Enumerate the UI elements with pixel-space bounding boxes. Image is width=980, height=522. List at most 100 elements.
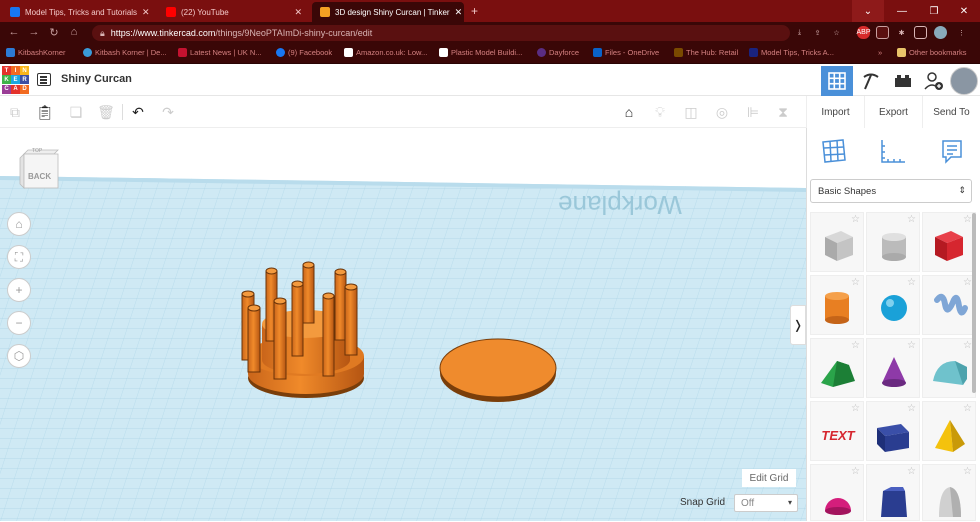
close-tab-icon[interactable]: ✕ (455, 7, 463, 18)
other-bookmarks-folder[interactable]: Other bookmarks (897, 48, 967, 57)
shapes-scrollbar[interactable] (972, 213, 976, 393)
tinkercad-logo[interactable]: T I N K E R C A D (2, 66, 30, 94)
restore-icon[interactable]: ❐ (918, 0, 950, 22)
bookmark-item[interactable]: Plastic Model Buildi... (439, 48, 522, 57)
shape-sphere-blue[interactable]: ☆ (866, 275, 920, 335)
send-to-button[interactable]: Send To (922, 96, 980, 128)
favorite-star-icon[interactable]: ☆ (907, 340, 916, 351)
share-icon[interactable]: ⇪ (811, 26, 824, 39)
favorite-star-icon[interactable]: ☆ (963, 466, 972, 477)
install-icon[interactable]: ⤓ (793, 26, 806, 39)
design-title[interactable]: Shiny Curcan (61, 73, 132, 85)
new-tab-button[interactable]: + (471, 4, 478, 18)
more-bookmarks-button[interactable]: » (878, 48, 882, 57)
bookmark-star-icon[interactable]: ☆ (830, 26, 843, 39)
view-cube[interactable]: TOP BACK (18, 148, 60, 190)
undo-icon[interactable]: ↶ (128, 102, 148, 122)
bookmark-item[interactable]: KitbashKorner (6, 48, 66, 57)
browser-tab-model-tips[interactable]: Model Tips, Tricks and Tutorials ✕ (2, 2, 154, 22)
bookmark-item[interactable]: Latest News | UK N... (178, 48, 262, 57)
shape-text-red[interactable]: TEXT ☆ (810, 401, 864, 461)
shape-box-navy[interactable]: ☆ (866, 401, 920, 461)
shape-round-roof-teal[interactable]: ☆ (922, 338, 976, 398)
copy-icon[interactable]: ⧉ (5, 102, 25, 122)
user-avatar[interactable] (948, 66, 980, 96)
notes-tool-button[interactable] (939, 138, 965, 164)
shape-roof-green[interactable]: ☆ (810, 338, 864, 398)
close-tab-icon[interactable]: ✕ (142, 7, 150, 18)
design-list-icon[interactable] (37, 73, 51, 86)
favorite-star-icon[interactable]: ☆ (963, 214, 972, 225)
shape-scribble-blue[interactable]: ☆ (922, 275, 976, 335)
favorite-star-icon[interactable]: ☆ (851, 214, 860, 225)
favorite-star-icon[interactable]: ☆ (907, 466, 916, 477)
favorite-star-icon[interactable]: ☆ (907, 277, 916, 288)
forward-arrow-icon[interactable]: → (24, 26, 44, 38)
import-button[interactable]: Import (806, 96, 864, 128)
bookmark-item[interactable]: Kitbash Korner | De... (83, 48, 167, 57)
shape-cylinder-gray[interactable]: ☆ (866, 212, 920, 272)
favorite-star-icon[interactable]: ☆ (851, 403, 860, 414)
home-view-button[interactable]: ⌂ (7, 212, 31, 236)
bookmark-item[interactable]: Model Tips, Tricks A... (749, 48, 834, 57)
extension-icon[interactable] (876, 26, 889, 39)
adblock-icon[interactable]: ABP (857, 26, 871, 39)
export-button[interactable]: Export (864, 96, 922, 128)
ruler-tool-button[interactable] (879, 138, 907, 166)
favorite-star-icon[interactable]: ☆ (851, 466, 860, 477)
shape-cylinder-orange[interactable]: ☆ (810, 275, 864, 335)
puzzle-icon[interactable]: ✱ (895, 26, 908, 39)
favorite-star-icon[interactable]: ☆ (963, 277, 972, 288)
redo-icon[interactable]: ↷ (158, 102, 178, 122)
profile-avatar-icon[interactable] (934, 26, 947, 39)
bookmark-item[interactable]: Amazon.co.uk: Low... (344, 48, 427, 57)
ungroup-icon[interactable]: ◎ (712, 102, 732, 122)
close-window-icon[interactable]: ✕ (948, 0, 980, 22)
collapse-panel-button[interactable]: ❭ (790, 305, 806, 345)
3d-view-button[interactable] (821, 66, 853, 96)
zoom-out-button[interactable]: − (7, 311, 31, 335)
browser-tab-tinkercad[interactable]: 3D design Shiny Curcan | Tinker ✕ (312, 2, 464, 22)
favorite-star-icon[interactable]: ☆ (907, 403, 916, 414)
mirror-icon[interactable]: ⧗ (773, 102, 793, 122)
shape-paraboloid-gray[interactable]: ☆ (922, 464, 976, 521)
back-arrow-icon[interactable]: ← (4, 26, 24, 38)
shape-box-gray[interactable]: ☆ (810, 212, 864, 272)
shape-category-select[interactable]: Basic Shapes ⇕ (810, 179, 972, 203)
browser-tab-youtube[interactable]: (22) YouTube ✕ (158, 2, 310, 22)
chevron-down-icon[interactable]: ⌄ (852, 0, 884, 22)
delete-icon[interactable]: 🗑︎ (96, 102, 116, 122)
minimize-icon[interactable]: — (886, 0, 918, 22)
close-tab-icon[interactable]: ✕ (294, 7, 302, 18)
url-field[interactable]: 🔒︎ https://www.tinkercad.com /things/9Ne… (92, 25, 790, 41)
paste-icon[interactable]: 📋︎ (35, 102, 55, 122)
edit-grid-button[interactable]: Edit Grid (742, 469, 796, 487)
favorite-star-icon[interactable]: ☆ (963, 340, 972, 351)
light-bulb-icon[interactable]: 💡︎ (650, 102, 670, 122)
bookmark-item[interactable]: The Hub: Retail (674, 48, 738, 57)
home-icon[interactable]: ⌂ (64, 26, 84, 38)
shape-box-red[interactable]: ☆ (922, 212, 976, 272)
workplane-grid[interactable]: Workplane (0, 128, 806, 521)
zoom-in-button[interactable]: + (7, 278, 31, 302)
orange-disc-shape[interactable] (439, 338, 557, 402)
shape-pyramid-yellow[interactable]: ☆ (922, 401, 976, 461)
favorite-star-icon[interactable]: ☆ (963, 403, 972, 414)
group-icon[interactable]: ◫ (681, 102, 701, 122)
bricks-view-button[interactable] (887, 66, 919, 96)
align-icon[interactable]: ⊫ (743, 102, 763, 122)
sidebar-icon[interactable] (914, 26, 927, 39)
favorite-star-icon[interactable]: ☆ (851, 277, 860, 288)
duplicate-icon[interactable]: ❏ (66, 102, 86, 122)
favorite-star-icon[interactable]: ☆ (907, 214, 916, 225)
perspective-button[interactable]: ⬡ (7, 344, 31, 368)
blocks-view-button[interactable] (855, 66, 887, 96)
bookmark-item[interactable]: Files - OneDrive (593, 48, 659, 57)
reload-icon[interactable]: ↻ (44, 26, 64, 39)
shape-polygon-navy[interactable]: ☆ (866, 464, 920, 521)
shape-half-sphere-magenta[interactable]: ☆ (810, 464, 864, 521)
snap-grid-select[interactable]: Off ▾ (734, 494, 798, 512)
favorite-star-icon[interactable]: ☆ (851, 340, 860, 351)
workplane-viewport[interactable]: Workplane TOP BACK ⌂ ⛶ + − ⬡ (0, 128, 806, 521)
workplane-tool-button[interactable] (821, 138, 847, 164)
